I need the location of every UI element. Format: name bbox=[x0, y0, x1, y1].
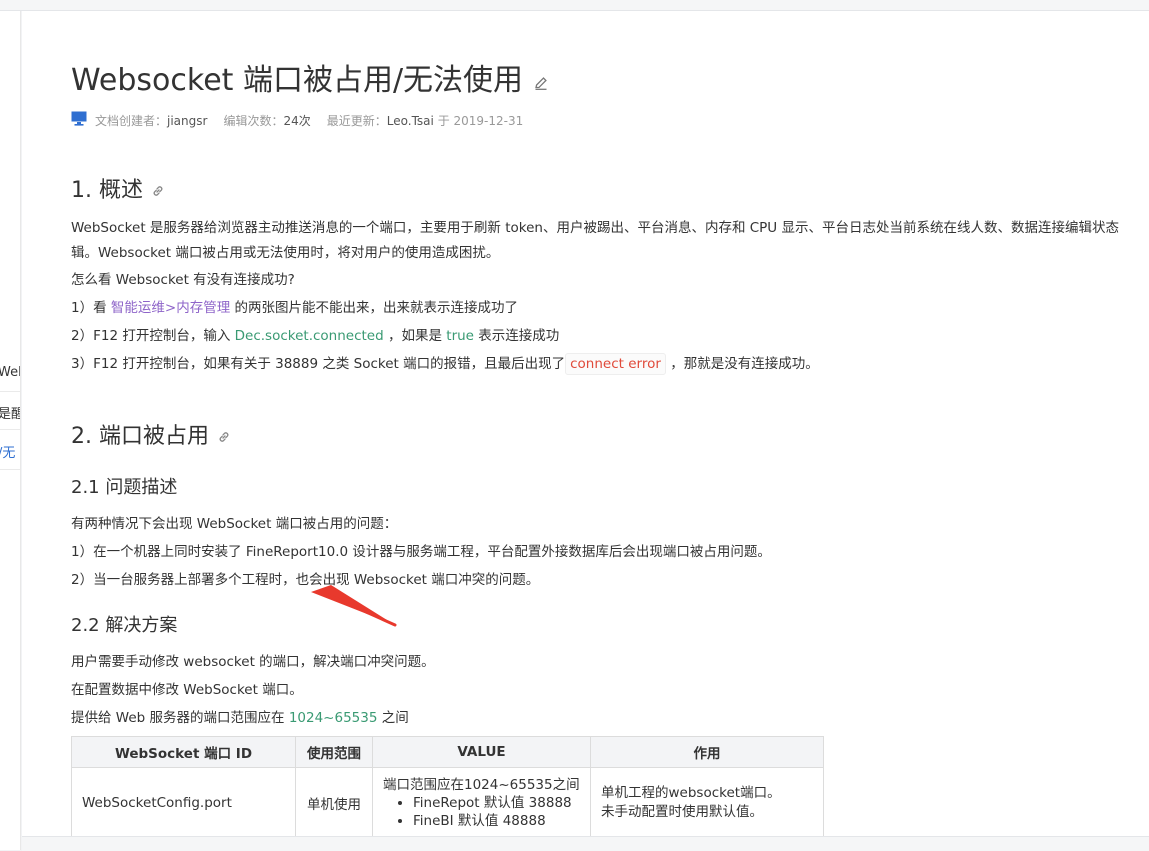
websocket-port-table: WebSocket 端口 ID 使用范围 VALUE 作用 WebSocketC… bbox=[71, 736, 824, 836]
text: 1）看 bbox=[71, 300, 111, 316]
table-cell: 单机使用 bbox=[295, 767, 373, 836]
toc-divider bbox=[0, 429, 20, 430]
paragraph: 怎么看 Websocket 有没有连接成功? bbox=[71, 272, 295, 288]
section-heading-text: 2. 端口被占用 bbox=[71, 424, 209, 449]
table-header: WebSocket 端口 ID bbox=[71, 736, 296, 768]
table-cell: WebSocketConfig.port bbox=[71, 767, 296, 836]
text: 表示连接成功 bbox=[474, 328, 560, 344]
subsection-heading: 2.1 问题描述 bbox=[71, 477, 178, 498]
table-row: WebSocketConfig.port 单机使用 端口范围应在1024~655… bbox=[71, 767, 824, 836]
table-cell: 单机工程的websocket端口。 未手动配置时使用默认值。 bbox=[590, 767, 824, 836]
monitor-icon bbox=[71, 111, 87, 129]
table-header: VALUE bbox=[372, 736, 591, 768]
inline-code: Dec.socket.connected bbox=[234, 328, 384, 344]
edits-count: 24次 bbox=[283, 114, 311, 128]
inline-code: connect error bbox=[565, 353, 666, 375]
cell-text: 未手动配置时使用默认值。 bbox=[601, 804, 763, 820]
table-header-row: WebSocket 端口 ID 使用范围 VALUE 作用 bbox=[71, 736, 824, 768]
paragraph: WebSocket 是服务器给浏览器主动推送消息的一个端口，主要用于刷新 tok… bbox=[71, 220, 1119, 236]
creator-label: 文档创建者： bbox=[95, 114, 168, 128]
doc-meta: 文档创建者：jiangsr 编辑次数：24次 最近更新：Leo.Tsai 于 201… bbox=[71, 111, 524, 131]
toc-divider bbox=[0, 391, 20, 392]
list-item: FineBI 默认值 48888 bbox=[413, 812, 580, 830]
anchor-link-icon[interactable] bbox=[151, 179, 165, 204]
bottom-bar bbox=[22, 836, 1149, 851]
inline-code: 1024~65535 bbox=[288, 710, 378, 726]
list-item: FineRepot 默认值 38888 bbox=[413, 794, 580, 812]
updated-label: 最近更新： bbox=[326, 114, 387, 128]
paragraph: 在配置数据中修改 WebSocket 端口。 bbox=[71, 682, 303, 698]
section-heading-text: 1. 概述 bbox=[71, 178, 143, 203]
updated-date: 于 2019-12-31 bbox=[437, 114, 524, 128]
toc-divider bbox=[0, 469, 20, 470]
text: 的两张图片能不能出来，出来就表示连接成功了 bbox=[230, 300, 518, 316]
toc-item[interactable]: Web bbox=[0, 365, 20, 380]
page-title-text: Websocket 端口被占用/无法使用 bbox=[71, 63, 524, 98]
paragraph: 辑。Websocket 端口被占用或无法使用时，将对用户的使用造成困扰。 bbox=[71, 245, 500, 261]
text: ，如果是 bbox=[383, 328, 447, 344]
text: ，那就是没有连接成功。 bbox=[665, 356, 819, 372]
paragraph: 有两种情况下会出现 WebSocket 端口被占用的问题： bbox=[71, 516, 398, 532]
table-cell: 端口范围应在1024~65535之间 FineRepot 默认值 38888 F… bbox=[372, 767, 591, 836]
text: 2）F12 打开控制台，输入 bbox=[71, 328, 235, 344]
cell-text: 端口范围应在1024~65535之间 bbox=[383, 777, 580, 793]
toc-item[interactable]: 是醒 bbox=[0, 403, 20, 422]
section-heading: 2. 端口被占用 bbox=[71, 418, 231, 450]
edits-label: 编辑次数： bbox=[223, 114, 284, 128]
subsection-heading: 2.2 解决方案 bbox=[71, 615, 178, 636]
paragraph: 提供给 Web 服务器的端口范围应在 1024~65535 之间 bbox=[71, 706, 409, 726]
list-item: 1）在一个机器上同时安装了 FineReport10.0 设计器与服务端工程，平… bbox=[71, 544, 771, 560]
table-header: 使用范围 bbox=[295, 736, 373, 768]
paragraph: 用户需要手动修改 websocket 的端口，解决端口冲突问题。 bbox=[71, 654, 435, 670]
cell-text: 单机工程的websocket端口。 bbox=[601, 785, 781, 801]
text: 3）F12 打开控制台，如果有关于 38889 之类 Socket 端口的报错，… bbox=[71, 356, 566, 372]
edit-icon[interactable] bbox=[533, 64, 549, 99]
anchor-link-icon[interactable] bbox=[217, 425, 231, 450]
article-panel: Websocket 端口被占用/无法使用 文档创建者：jiangsr 编辑次数：2… bbox=[22, 11, 1149, 836]
page-title: Websocket 端口被占用/无法使用 bbox=[71, 55, 549, 99]
text: 提供给 Web 服务器的端口范围应在 bbox=[71, 710, 289, 726]
table-header: 作用 bbox=[590, 736, 824, 768]
list-item: 3）F12 打开控制台，如果有关于 38889 之类 Socket 端口的报错，… bbox=[71, 352, 819, 375]
text: 之间 bbox=[377, 710, 409, 726]
list-item: 2）当一台服务器上部署多个工程时，也会出现 Websocket 端口冲突的问题。 bbox=[71, 572, 540, 588]
section-heading: 1. 概述 bbox=[71, 172, 165, 204]
inline-code: true bbox=[446, 328, 474, 344]
value-list: FineRepot 默认值 38888 FineBI 默认值 48888 bbox=[383, 794, 580, 830]
list-item: 2）F12 打开控制台，输入 Dec.socket.connected ，如果是… bbox=[71, 324, 559, 344]
creator-name[interactable]: jiangsr bbox=[167, 114, 207, 128]
toc-item-active[interactable]: /无 bbox=[0, 442, 15, 461]
list-item: 1）看 智能运维>内存管理 的两张图片能不能出来，出来就表示连接成功了 bbox=[71, 296, 518, 316]
toc-sidebar: Web 是醒 /无 bbox=[0, 11, 21, 850]
top-bar bbox=[0, 0, 1149, 11]
inline-link[interactable]: 智能运维>内存管理 bbox=[111, 300, 230, 316]
updated-by[interactable]: Leo.Tsai bbox=[387, 114, 434, 128]
